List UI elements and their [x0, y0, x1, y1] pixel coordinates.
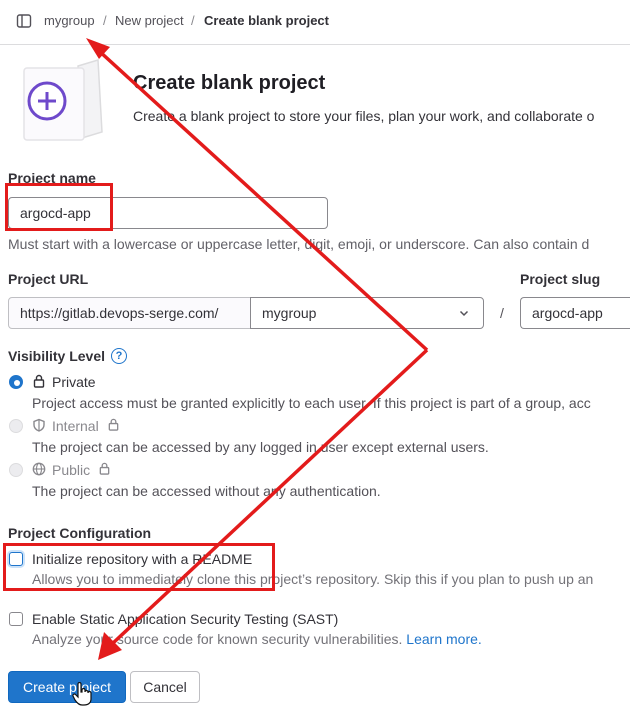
sast-label[interactable]: Enable Static Application Security Testi… [32, 611, 338, 627]
breadcrumb-mygroup[interactable]: mygroup [44, 13, 95, 28]
visibility-public-radio[interactable] [9, 463, 23, 477]
lock-icon [108, 418, 119, 431]
breadcrumb-separator: / [103, 13, 107, 28]
annotation-highlight-readme [3, 543, 275, 591]
cancel-button[interactable]: Cancel [130, 671, 200, 703]
breadcrumb-separator: / [191, 13, 195, 28]
create-project-button[interactable]: Create project [8, 671, 126, 703]
lock-icon [99, 462, 110, 475]
project-slug-label: Project slug [520, 271, 601, 287]
help-icon[interactable]: ? [111, 348, 127, 364]
visibility-internal-description: The project can be accessed by any logge… [32, 439, 489, 455]
sast-checkbox[interactable] [9, 612, 23, 626]
lock-icon [33, 374, 45, 388]
sast-description: Analyze your source code for known secur… [32, 631, 482, 647]
project-name-help: Must start with a lowercase or uppercase… [8, 236, 590, 252]
page-title: Create blank project [133, 72, 326, 94]
breadcrumb: mygroup / New project / Create blank pro… [0, 0, 630, 45]
namespace-select[interactable]: mygroup [250, 297, 484, 329]
url-slash: / [500, 305, 504, 321]
project-url-label: Project URL [8, 271, 89, 287]
visibility-public-description: The project can be accessed without any … [32, 483, 381, 499]
breadcrumb-create-blank-project: Create blank project [204, 13, 329, 28]
visibility-public-label: Public [52, 462, 91, 478]
namespace-value: mygroup [262, 305, 317, 321]
globe-icon [32, 462, 46, 476]
project-url-prefix: https://gitlab.devops-serge.com/ [8, 297, 251, 329]
project-configuration-label: Project Configuration [8, 525, 152, 541]
shield-icon [33, 418, 45, 432]
chevron-down-icon [459, 310, 469, 317]
visibility-private-description: Project access must be granted explicitl… [32, 395, 591, 411]
page-description: Create a blank project to store your fil… [133, 108, 595, 124]
sast-description-text: Analyze your source code for known secur… [32, 631, 403, 647]
project-slug-input[interactable]: argocd-app [520, 297, 630, 329]
visibility-internal-radio[interactable] [9, 419, 23, 433]
sidebar-toggle-icon[interactable] [16, 13, 32, 29]
annotation-highlight-project-name [5, 183, 113, 231]
visibility-private-label[interactable]: Private [52, 374, 96, 390]
visibility-private-radio[interactable] [9, 375, 23, 389]
hand-cursor-icon [72, 682, 92, 706]
learn-more-link[interactable]: Learn more. [406, 631, 481, 647]
breadcrumb-new-project[interactable]: New project [115, 13, 184, 28]
blank-project-illustration [23, 59, 103, 141]
visibility-label: Visibility Level [8, 348, 106, 364]
visibility-internal-label: Internal [52, 418, 99, 434]
